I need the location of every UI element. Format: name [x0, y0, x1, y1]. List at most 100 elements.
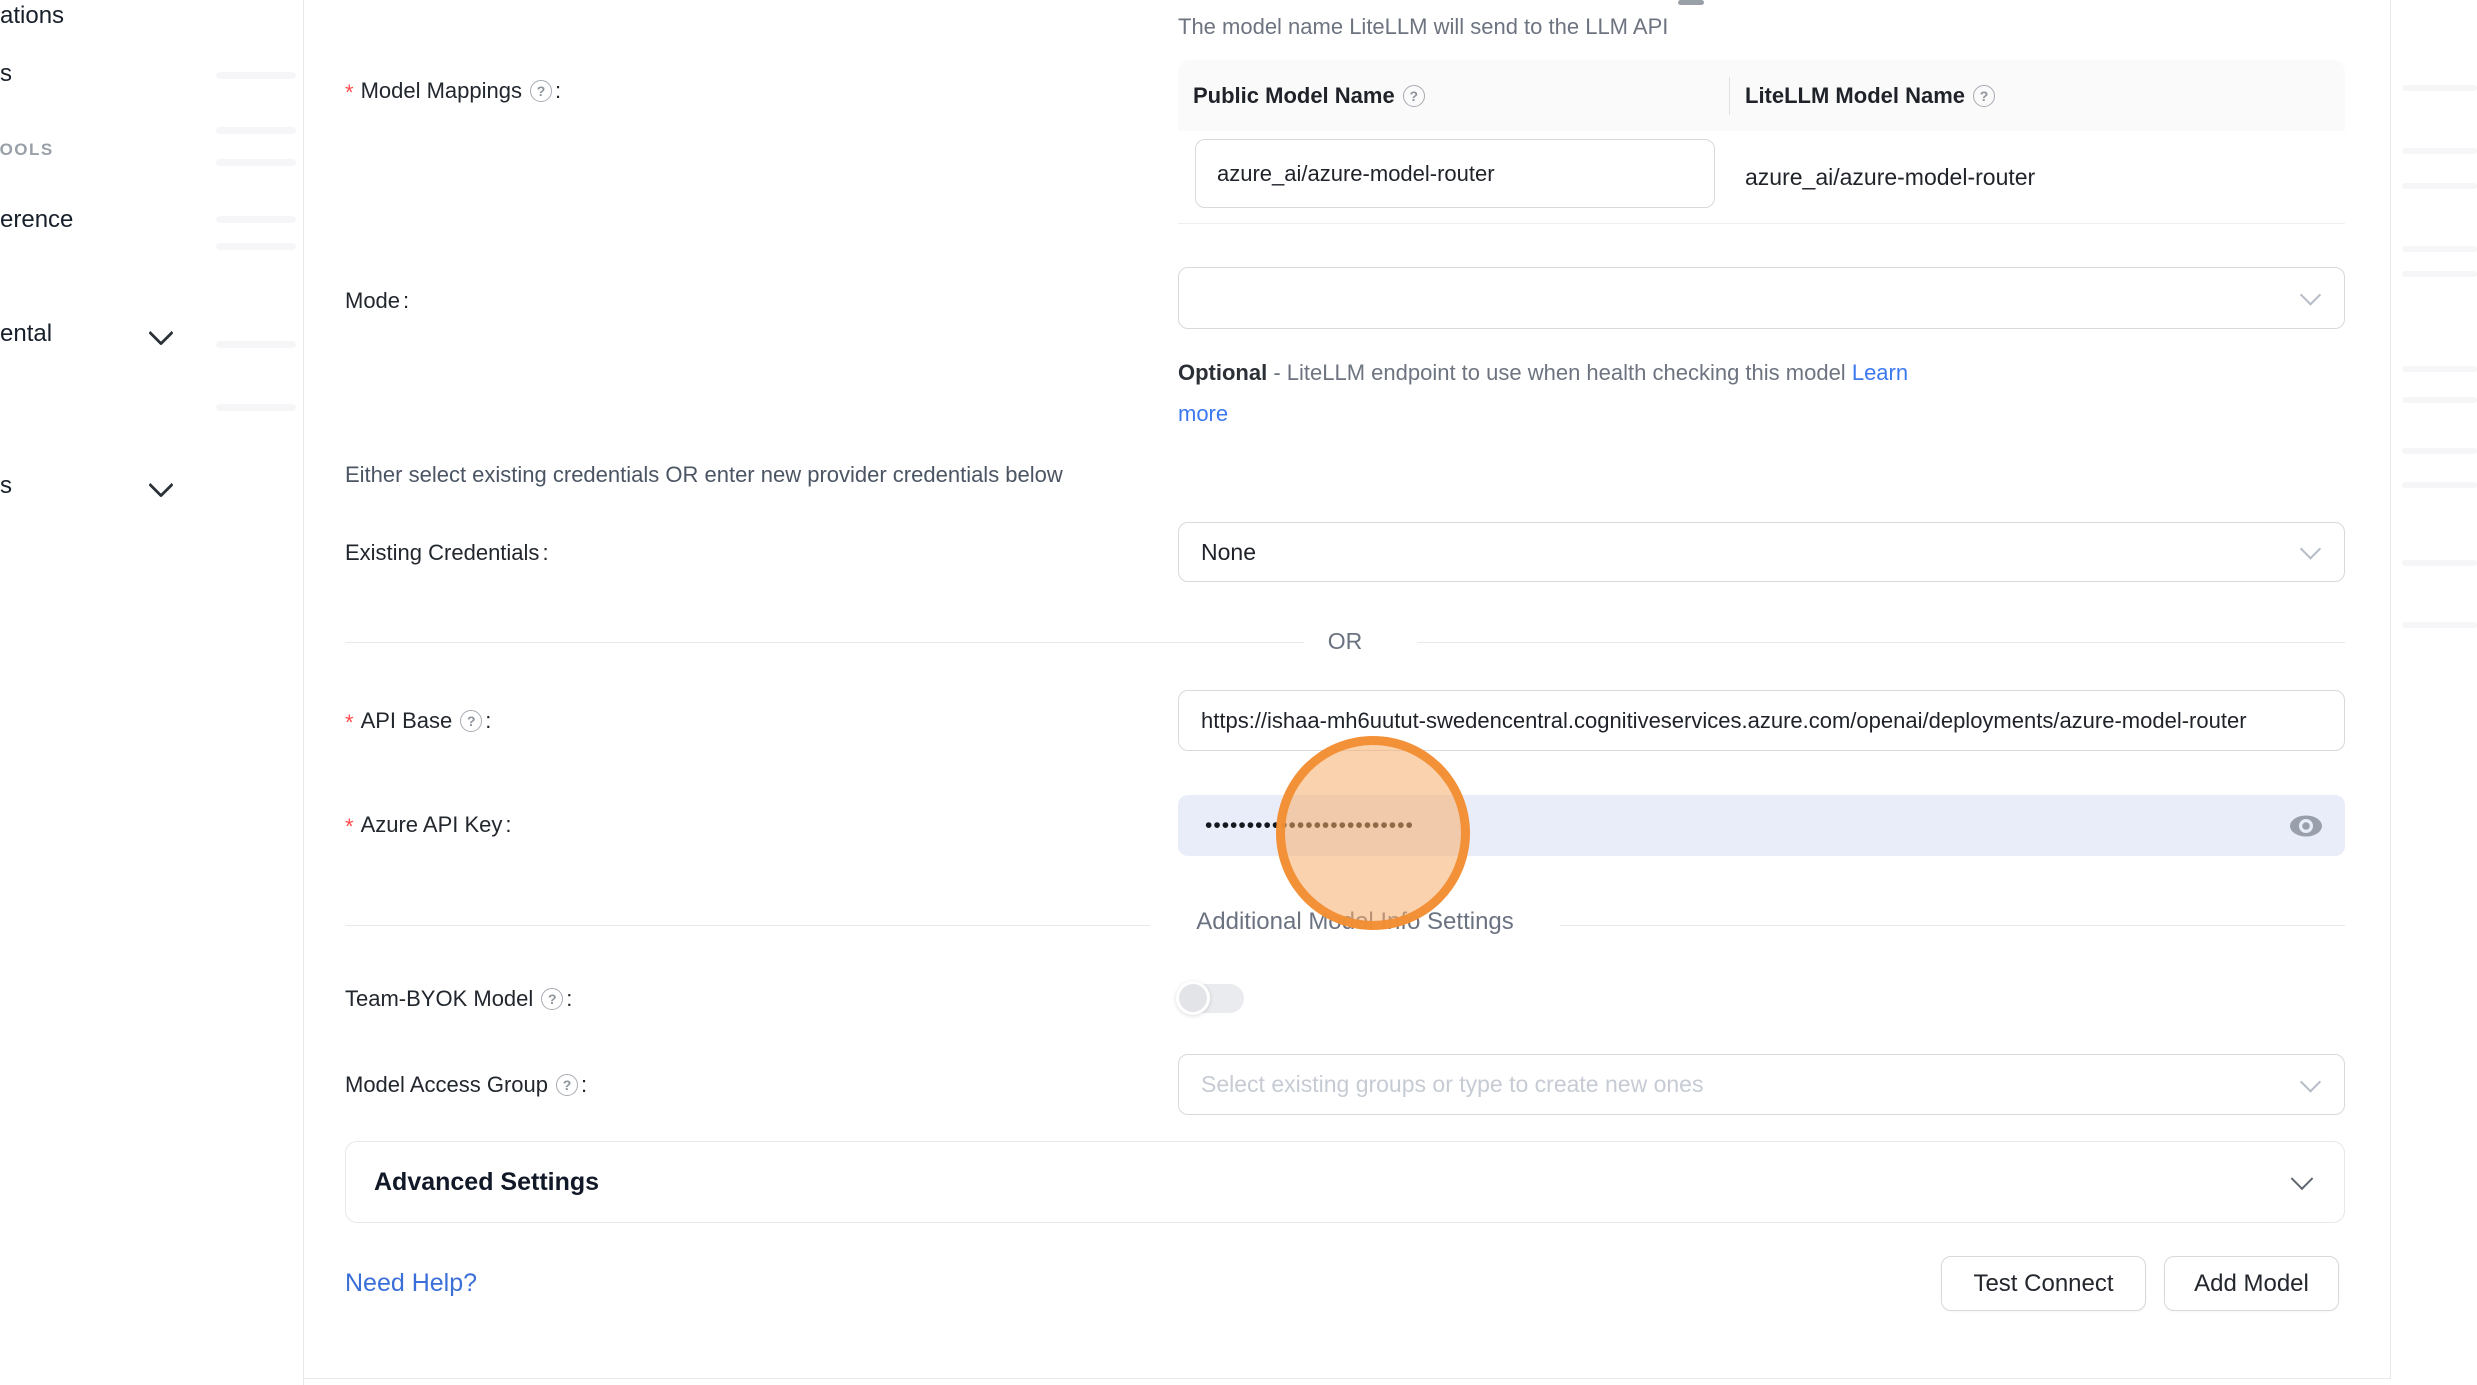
skeleton-line: [2402, 560, 2477, 566]
model-access-group-label-text: Model Access Group: [345, 1072, 548, 1098]
test-connect-button[interactable]: Test Connect: [1941, 1256, 2146, 1311]
skeleton-line: [2402, 397, 2477, 403]
column-header-label: LiteLLM Model Name: [1745, 83, 1965, 109]
chevron-down-icon: [2291, 1167, 2314, 1190]
mode-help-text: Optional - LiteLLM endpoint to use when …: [1178, 352, 2358, 434]
existing-credentials-select[interactable]: None: [1178, 522, 2345, 582]
toggle-knob: [1176, 981, 1210, 1015]
label-colon: :: [485, 708, 491, 734]
existing-credentials-label-text: Existing Credentials: [345, 540, 539, 566]
add-model-page: { "colors": { "required_red": "#ff4d4f",…: [0, 0, 2477, 1385]
sidebar-item-settings[interactable]: s: [0, 472, 12, 500]
mode-select[interactable]: [1178, 267, 2345, 329]
help-question-icon[interactable]: ?: [530, 80, 552, 102]
additional-settings-divider-text: Additional Model Info Settings: [1150, 908, 1560, 936]
help-question-icon[interactable]: ?: [1403, 85, 1425, 107]
skeleton-line: [2402, 271, 2477, 277]
skeleton-line: [216, 404, 296, 411]
api-base-value: https://ishaa-mh6uutut-swedencentral.cog…: [1179, 691, 2344, 750]
litellm-model-name-helper: The model name LiteLLM will send to the …: [1178, 14, 1668, 40]
model-mappings-label: * Model Mappings ? :: [345, 78, 561, 104]
required-mark: *: [345, 710, 354, 736]
model-access-group-select[interactable]: Select existing groups or type to create…: [1178, 1054, 2345, 1115]
model-mappings-table: Public Model Name ? LiteLLM Model Name ?…: [1178, 60, 2345, 223]
column-header-public-model-name: Public Model Name ?: [1193, 60, 1425, 131]
skeleton-line: [2402, 148, 2477, 154]
sidebar-item-organizations[interactable]: ations: [0, 2, 64, 30]
help-question-icon[interactable]: ?: [460, 710, 482, 732]
or-divider-line: [1417, 642, 2345, 643]
or-divider-text: OR: [1300, 628, 1390, 655]
learn-more-link[interactable]: more: [1178, 401, 1228, 426]
label-colon: :: [555, 78, 561, 104]
skeleton-line: [216, 341, 296, 348]
or-divider-line: [345, 642, 1304, 643]
label-colon: :: [542, 540, 548, 566]
sidebar-divider: [303, 0, 304, 1385]
sidebar-item-api-reference[interactable]: erence: [0, 206, 73, 234]
team-byok-toggle[interactable]: [1178, 984, 1244, 1013]
api-base-label: * API Base ? :: [345, 708, 491, 734]
team-byok-label-text: Team-BYOK Model: [345, 986, 533, 1012]
api-base-label-text: API Base: [361, 708, 453, 734]
sidebar-section-tools: TOOLS: [0, 140, 54, 160]
advanced-settings-panel[interactable]: Advanced Settings: [345, 1141, 2345, 1223]
need-help-link[interactable]: Need Help?: [345, 1269, 477, 1298]
help-question-icon[interactable]: ?: [1973, 85, 1995, 107]
model-access-group-label: Model Access Group ? :: [345, 1072, 587, 1098]
skeleton-line: [2402, 482, 2477, 488]
credentials-note: Either select existing credentials OR en…: [345, 462, 1063, 488]
sidebar-item-models[interactable]: s: [0, 60, 12, 88]
sidebar-item-experimental[interactable]: ental: [0, 320, 52, 348]
label-colon: :: [581, 1072, 587, 1098]
model-mappings-label-text: Model Mappings: [361, 78, 522, 104]
advanced-settings-title: Advanced Settings: [374, 1142, 599, 1222]
sidebar-item-label: ations: [0, 2, 64, 29]
skeleton-line: [2402, 366, 2477, 372]
public-model-name-value: azure_ai/azure-model-router: [1196, 161, 1495, 187]
add-model-button[interactable]: Add Model: [2164, 1256, 2339, 1311]
chevron-down-icon[interactable]: [148, 472, 173, 497]
masked-api-key-value: •••••••••••••••••••••••••: [1178, 814, 1414, 838]
required-mark: *: [345, 814, 354, 840]
sidebar-item-label: s: [0, 60, 12, 87]
public-model-name-input[interactable]: azure_ai/azure-model-router: [1195, 139, 1715, 208]
mode-label: Mode :: [345, 288, 409, 314]
learn-more-link[interactable]: Learn: [1852, 360, 1908, 385]
eye-toggle-visibility-icon[interactable]: [2289, 813, 2323, 839]
sidebar-item-label: ental: [0, 320, 52, 347]
model-access-group-placeholder: Select existing groups or type to create…: [1179, 1055, 2344, 1114]
chevron-down-icon: [2300, 284, 2321, 305]
mode-help-body: - LiteLLM endpoint to use when health ch…: [1273, 360, 1845, 385]
column-header-label: Public Model Name: [1193, 83, 1395, 109]
sidebar-item-label: s: [0, 472, 12, 499]
skeleton-line: [2402, 183, 2477, 189]
card-right-border: [2390, 0, 2391, 1379]
card-bottom-border: [303, 1378, 2390, 1379]
table-header-row: Public Model Name ? LiteLLM Model Name ?: [1178, 60, 2345, 131]
column-divider: [1729, 77, 1730, 115]
litellm-model-name-value: azure_ai/azure-model-router: [1745, 131, 2035, 223]
required-mark: *: [345, 80, 354, 106]
skeleton-line: [216, 72, 296, 79]
section-divider-line: [345, 925, 1150, 926]
skeleton-line: [2402, 622, 2477, 628]
azure-api-key-label-text: Azure API Key: [361, 812, 503, 838]
clipped-element-fragment: [1678, 0, 1704, 5]
existing-credentials-value: None: [1179, 523, 2344, 581]
api-base-input[interactable]: https://ishaa-mh6uutut-swedencentral.cog…: [1178, 690, 2345, 751]
column-header-litellm-model-name: LiteLLM Model Name ?: [1745, 60, 1995, 131]
skeleton-line: [216, 243, 296, 250]
chevron-down-icon[interactable]: [148, 320, 173, 345]
skeleton-line: [2402, 85, 2477, 91]
skeleton-line: [2402, 448, 2477, 454]
sidebar-nav: ations s TOOLS erence ental s: [0, 0, 303, 1385]
help-question-icon[interactable]: ?: [556, 1074, 578, 1096]
skeleton-line: [2402, 246, 2477, 252]
azure-api-key-input[interactable]: •••••••••••••••••••••••••: [1178, 795, 2345, 856]
help-question-icon[interactable]: ?: [541, 988, 563, 1010]
table-row-border: [1178, 223, 2345, 224]
label-colon: :: [403, 288, 409, 314]
team-byok-label: Team-BYOK Model ? :: [345, 986, 572, 1012]
skeleton-line: [216, 216, 296, 223]
